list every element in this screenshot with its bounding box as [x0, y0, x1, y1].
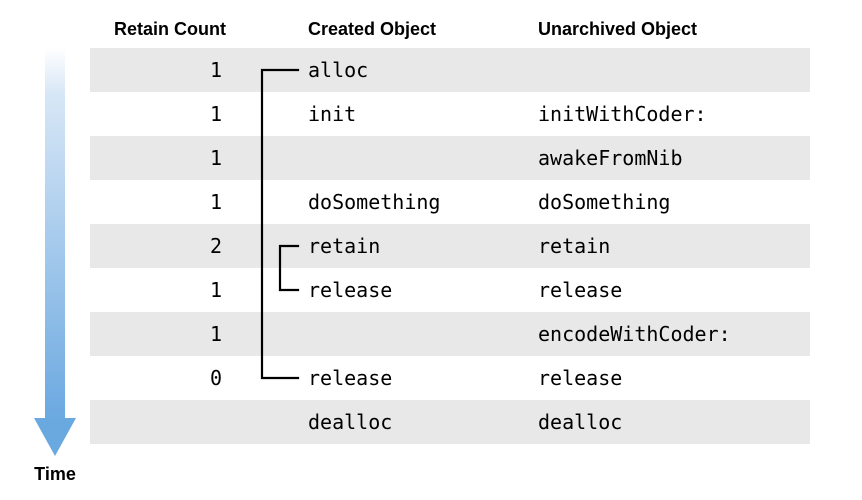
unarchived-cell: release — [530, 366, 810, 390]
created-cell: alloc — [300, 58, 530, 82]
created-cell: release — [300, 278, 530, 302]
unarchived-cell: doSomething — [530, 190, 810, 214]
header-unarchived-object: Unarchived Object — [530, 19, 810, 40]
time-arrow-column: Time — [20, 48, 90, 485]
unarchived-cell: release — [530, 278, 810, 302]
retain-count-cell: 2 — [90, 234, 250, 258]
created-cell: release — [300, 366, 530, 390]
retain-count-cell: 1 — [90, 102, 250, 126]
time-label: Time — [34, 464, 76, 485]
retain-count-cell: 0 — [90, 366, 250, 390]
retain-count-cell: 1 — [90, 146, 250, 170]
retain-count-cell: 1 — [90, 278, 250, 302]
header-retain-count: Retain Count — [90, 19, 250, 40]
table-row: 1 awakeFromNib — [90, 136, 810, 180]
table-row: 1 alloc — [90, 48, 810, 92]
table-row: 2 retain retain — [90, 224, 810, 268]
unarchived-cell: encodeWithCoder: — [530, 322, 810, 346]
time-arrow-icon — [30, 48, 80, 456]
table-row: 0 release release — [90, 356, 810, 400]
created-cell: init — [300, 102, 530, 126]
unarchived-cell: awakeFromNib — [530, 146, 810, 170]
diagram-root: Time Retain Count Created Object Unarchi… — [20, 10, 842, 485]
table-row: 1 release release — [90, 268, 810, 312]
table-row: dealloc dealloc — [90, 400, 810, 444]
created-cell: dealloc — [300, 410, 530, 434]
retain-count-cell: 1 — [90, 322, 250, 346]
retain-count-cell: 1 — [90, 58, 250, 82]
unarchived-cell: dealloc — [530, 410, 810, 434]
unarchived-cell: initWithCoder: — [530, 102, 810, 126]
table-row: 1 doSomething doSomething — [90, 180, 810, 224]
table-row: 1 init initWithCoder: — [90, 92, 810, 136]
unarchived-cell: retain — [530, 234, 810, 258]
table-header: Retain Count Created Object Unarchived O… — [90, 10, 810, 48]
retain-count-cell: 1 — [90, 190, 250, 214]
table-row: 1 encodeWithCoder: — [90, 312, 810, 356]
lifecycle-table: Retain Count Created Object Unarchived O… — [90, 10, 810, 444]
created-cell: doSomething — [300, 190, 530, 214]
created-cell: retain — [300, 234, 530, 258]
header-created-object: Created Object — [300, 19, 530, 40]
